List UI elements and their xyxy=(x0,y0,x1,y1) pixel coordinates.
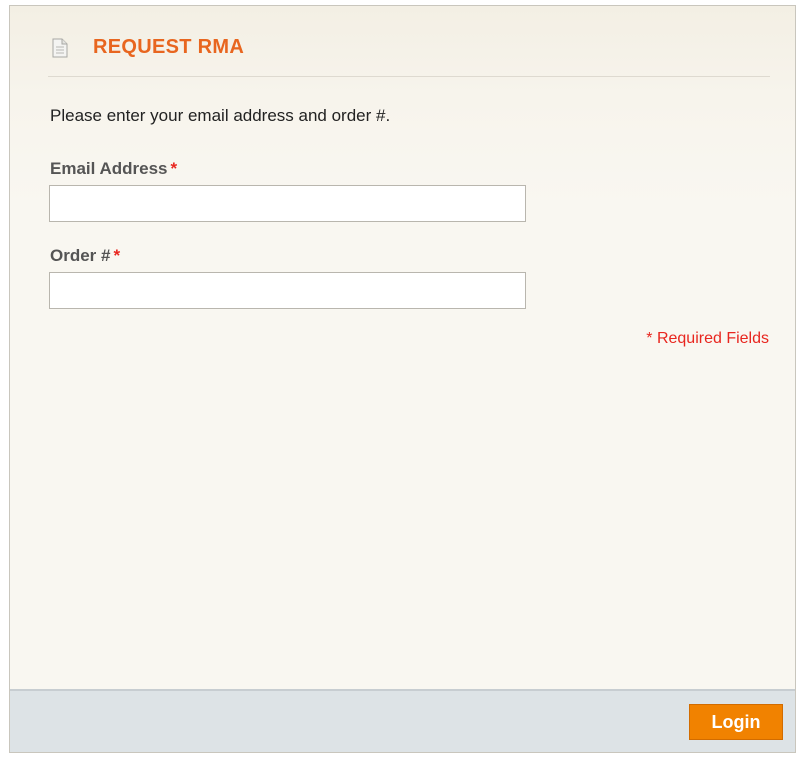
required-marker: * xyxy=(170,159,178,178)
email-label: Email Address * xyxy=(50,159,177,179)
order-label: Order # * xyxy=(50,246,120,266)
panel-header: REQUEST RMA xyxy=(48,30,770,77)
order-number-field[interactable] xyxy=(49,272,526,309)
intro-text: Please enter your email address and orde… xyxy=(50,106,391,125)
rma-panel: REQUEST RMA Please enter your email addr… xyxy=(9,5,796,753)
panel-footer: Login xyxy=(10,689,795,752)
required-fields-note: * Required Fields xyxy=(646,330,769,347)
document-icon xyxy=(52,38,68,58)
login-button[interactable]: Login xyxy=(689,704,783,740)
page-title: REQUEST RMA xyxy=(93,36,245,58)
email-label-text: Email Address xyxy=(50,159,168,178)
required-marker: * xyxy=(113,246,121,265)
email-field[interactable] xyxy=(49,185,526,222)
order-label-text: Order # xyxy=(50,246,111,265)
